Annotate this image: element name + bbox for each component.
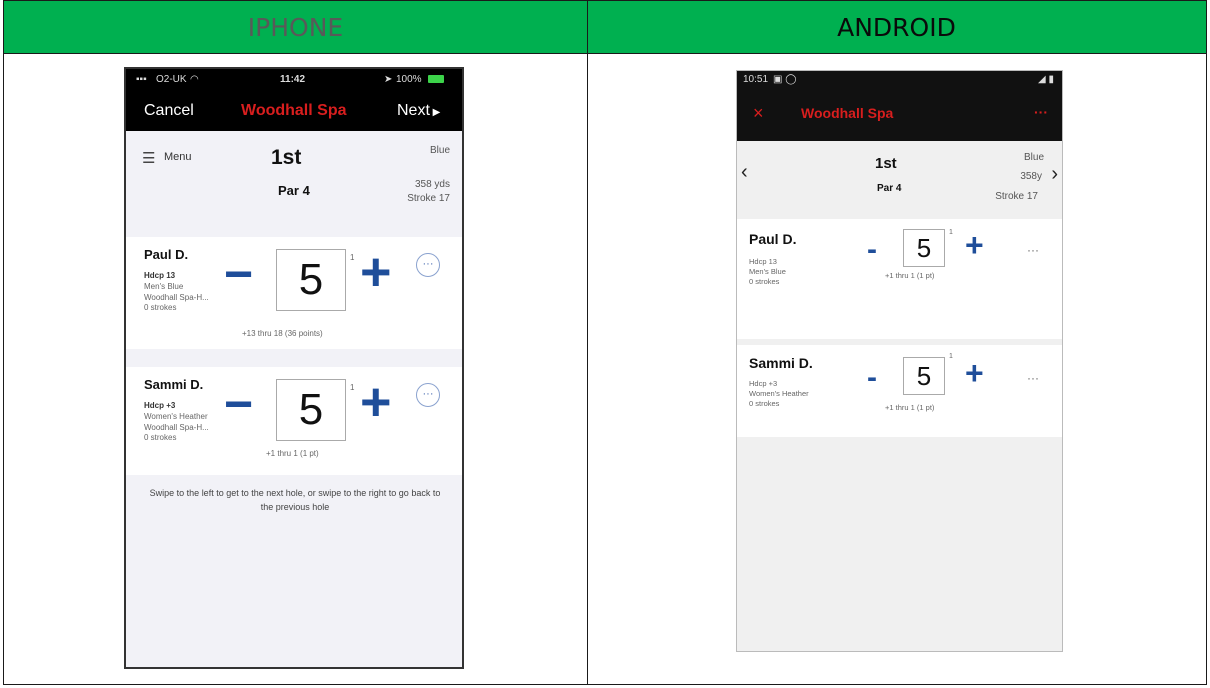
more-options-button[interactable]: ···	[416, 383, 440, 407]
next-button[interactable]: Next ▶	[397, 102, 440, 120]
player-summary: +1 thru 1 (1 pt)	[885, 271, 935, 280]
hole-number: 1st	[875, 155, 897, 172]
score-superscript: 1	[949, 229, 953, 236]
player-summary: +1 thru 1 (1 pt)	[885, 403, 935, 412]
hamburger-icon[interactable]: ☰	[142, 149, 155, 167]
iphone-screenshot: ▪▪▪ O2-UK ◠ 11:42 ➤ 100% Cancel Woodhall…	[124, 67, 464, 669]
hole-par: Par 4	[278, 183, 310, 198]
menu-button[interactable]: Menu	[164, 151, 192, 163]
ios-nav-bar: Cancel Woodhall Spa Next ▶	[126, 93, 462, 127]
more-options-button[interactable]: ···	[416, 253, 440, 277]
player-tee: Women's Heather	[144, 411, 208, 421]
player-details: Hdcp 13 Men's Blue 0 strokes	[749, 257, 786, 287]
status-time: 10:51	[743, 74, 769, 85]
player-tee: Women's Heather	[749, 389, 809, 399]
player-handicap: Hdcp 13	[749, 257, 777, 266]
player-summary: +13 thru 18 (36 points)	[242, 329, 323, 338]
decrement-score-button[interactable]: -	[867, 361, 877, 395]
battery-percent: 100%	[396, 74, 422, 85]
increment-score-button[interactable]: +	[360, 241, 392, 303]
location-icon: ➤	[384, 74, 393, 85]
player-details: Hdcp 13 Men's Blue Woodhall Spa-H... 0 s…	[144, 271, 209, 314]
player-strokes: 0 strokes	[144, 303, 177, 313]
tee-name: Blue	[429, 145, 450, 156]
hole-stroke-index: Stroke 17	[995, 191, 1038, 202]
wifi-icon: ◠	[190, 74, 199, 85]
player-card: Sammi D. Hdcp +3 Women's Heather 0 strok…	[737, 345, 1062, 437]
increment-score-button[interactable]: +	[965, 227, 984, 264]
score-display[interactable]: 5	[903, 357, 945, 395]
score-superscript: 1	[350, 253, 355, 262]
player-name: Paul D.	[144, 247, 189, 262]
player-course: Woodhall Spa-H...	[144, 292, 209, 302]
next-label: Next	[397, 102, 430, 119]
score-superscript: 1	[949, 353, 953, 360]
player-course: Woodhall Spa-H...	[144, 422, 209, 432]
android-column-header: ANDROID	[587, 1, 1206, 54]
notification-icons: ▣ ◯	[773, 74, 797, 85]
carrier-label: O2-UK	[156, 74, 187, 85]
iphone-column-header: IPHONE	[4, 1, 587, 54]
ios-top-bar: ▪▪▪ O2-UK ◠ 11:42 ➤ 100% Cancel Woodhall…	[126, 69, 462, 131]
course-title: Woodhall Spa	[801, 105, 894, 121]
player-handicap: Hdcp +3	[144, 401, 176, 410]
cancel-button[interactable]: Cancel	[144, 102, 194, 120]
player-card: Paul D. Hdcp 13 Men's Blue Woodhall Spa-…	[126, 237, 462, 349]
signal-icon: ▪▪▪	[136, 74, 147, 85]
android-app-bar: × Woodhall Spa ···	[737, 89, 1062, 141]
player-name: Sammi D.	[144, 377, 204, 392]
player-details: Hdcp +3 Women's Heather 0 strokes	[749, 379, 809, 409]
decrement-score-button[interactable]: −	[224, 245, 253, 303]
player-handicap: Hdcp 13	[144, 271, 176, 280]
signal-battery-icons: ◢ ▮	[1038, 74, 1054, 85]
player-tee: Men's Blue	[144, 281, 184, 291]
course-title: Woodhall Spa	[241, 102, 347, 119]
hole-number: 1st	[271, 146, 302, 169]
android-status-bar: 10:51 ▣ ◯ ◢ ▮	[737, 71, 1062, 89]
player-strokes: 0 strokes	[749, 277, 780, 287]
player-tee: Men's Blue	[749, 267, 786, 277]
more-options-button[interactable]: ···	[1027, 243, 1039, 257]
player-handicap: Hdcp +3	[749, 379, 778, 388]
player-name: Paul D.	[749, 231, 797, 247]
battery-icon	[428, 75, 444, 83]
hole-yards: 358y	[1020, 171, 1042, 182]
ios-status-bar: ▪▪▪ O2-UK ◠ 11:42 ➤ 100%	[126, 74, 462, 88]
decrement-score-button[interactable]: -	[867, 233, 877, 267]
status-time: 11:42	[280, 74, 306, 85]
android-screenshot: 10:51 ▣ ◯ ◢ ▮ × Woodhall Spa ··· ‹ 1st B…	[736, 70, 1063, 652]
decrement-score-button[interactable]: −	[224, 375, 253, 433]
score-display[interactable]: 5	[276, 249, 346, 311]
player-summary: +1 thru 1 (1 pt)	[266, 449, 319, 458]
player-strokes: 0 strokes	[749, 399, 780, 409]
tee-name: Blue	[1023, 152, 1044, 163]
play-icon: ▶	[429, 107, 441, 118]
column-divider	[587, 1, 588, 684]
hole-par: Par 4	[877, 183, 902, 194]
score-display[interactable]: 5	[276, 379, 346, 441]
swipe-hint: Swipe to the left to get to the next hol…	[149, 488, 441, 512]
previous-hole-button[interactable]: ‹	[741, 161, 748, 184]
player-details: Hdcp +3 Women's Heather Woodhall Spa-H..…	[144, 401, 209, 444]
close-button[interactable]: ×	[753, 103, 764, 124]
player-card: Sammi D. Hdcp +3 Women's Heather Woodhal…	[126, 367, 462, 475]
increment-score-button[interactable]: +	[965, 355, 984, 392]
score-superscript: 1	[350, 383, 355, 392]
player-card: Paul D. Hdcp 13 Men's Blue 0 strokes - 5…	[737, 219, 1062, 339]
hole-yards: 358 yds	[414, 179, 450, 190]
hole-info-panel: ☰ Menu 1st Blue Par 4 358 yds Stroke 17	[126, 131, 462, 215]
player-strokes: 0 strokes	[144, 433, 177, 443]
hole-stroke-index: Stroke 17	[407, 193, 450, 204]
overflow-menu-button[interactable]: ···	[1034, 104, 1048, 120]
score-display[interactable]: 5	[903, 229, 945, 267]
next-hole-button[interactable]: ›	[1051, 163, 1058, 186]
player-name: Sammi D.	[749, 355, 813, 371]
hole-info-panel: ‹ 1st Blue 358y › Par 4 Stroke 17	[737, 141, 1062, 215]
more-options-button[interactable]: ···	[1027, 371, 1039, 385]
increment-score-button[interactable]: +	[360, 371, 392, 433]
